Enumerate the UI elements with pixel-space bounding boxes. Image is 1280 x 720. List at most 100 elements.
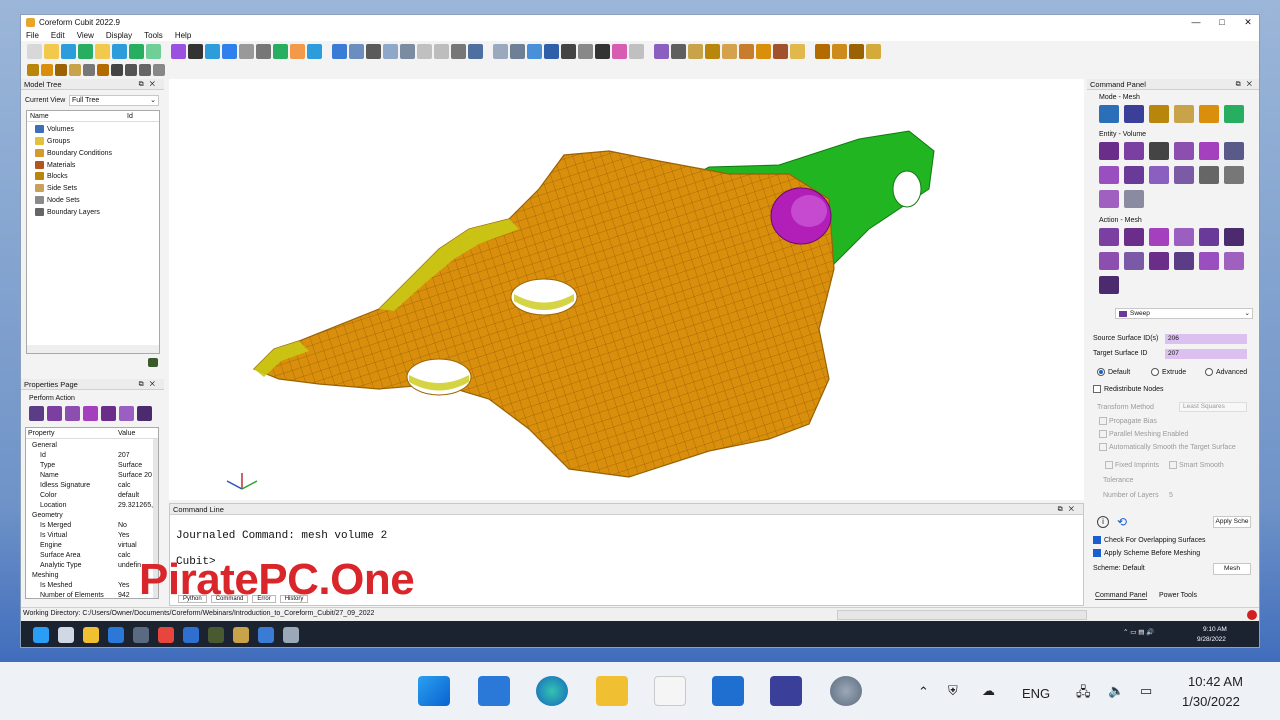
scheme-select[interactable]: Sweep ⌄ [1115,308,1253,319]
toolbar-tool-icon[interactable] [527,43,542,59]
action-tool-icon[interactable] [1199,228,1219,246]
action-icon[interactable] [119,406,134,421]
action-tool-icon[interactable] [1199,252,1219,270]
entity-tool-icon[interactable] [1224,142,1244,160]
action-icon[interactable] [137,406,152,421]
toolbar-tool-icon[interactable] [739,43,754,59]
toolbar-tool-icon[interactable] [722,43,737,59]
target-surface-input[interactable]: 207 [1165,349,1247,359]
tab-power-tools[interactable]: Power Tools [1159,592,1197,599]
menu-display[interactable]: Display [106,31,132,40]
reset-icon[interactable]: ⟲ [1117,515,1127,529]
toolbar-tool-icon[interactable] [112,43,127,59]
action-tool-icon[interactable] [1149,228,1169,246]
toolbar-tool-icon[interactable] [790,43,805,59]
toolbar-tool-icon[interactable] [434,43,449,59]
toolbar-tool-icon[interactable] [78,43,93,59]
mail-icon[interactable] [712,676,744,706]
action-tool-icon[interactable] [1099,252,1119,270]
toolbar-tool-icon[interactable] [705,43,720,59]
entity-tool-icon[interactable] [1224,166,1244,184]
widgets-icon[interactable] [478,676,510,706]
action-icon[interactable] [83,406,98,421]
toolbar-tool-icon[interactable] [239,43,254,59]
apply-scheme-button[interactable]: Apply Sche [1213,516,1251,528]
toolbar-tool-icon[interactable] [222,43,237,59]
menu-help[interactable]: Help [175,31,191,40]
clock-date[interactable]: 1/30/2022 [1182,694,1240,709]
radio-advanced[interactable] [1205,368,1213,376]
toolbar-tool-icon[interactable] [307,43,322,59]
toolbar-tool-icon[interactable] [153,64,165,76]
network-icon[interactable]: 🖧 [1076,683,1091,705]
property-row[interactable]: Engine virtual [26,541,158,551]
entity-tool-icon[interactable] [1199,166,1219,184]
redistribute-checkbox[interactable] [1093,385,1101,393]
inner-taskbar-app-icon[interactable] [258,627,274,643]
panel-float-close-icon[interactable]: ⧉✕ [1058,504,1080,515]
toolbar-tool-icon[interactable] [41,64,53,76]
property-row[interactable]: Id 207 [26,451,158,461]
property-group-row[interactable]: General [26,441,158,451]
property-row[interactable]: Location 29.321265, [26,501,158,511]
toolbar-tool-icon[interactable] [332,43,347,59]
action-icon[interactable] [47,406,62,421]
toolbar-tool-icon[interactable] [561,43,576,59]
toolbar-tool-icon[interactable] [629,43,644,59]
toolbar-tool-icon[interactable] [349,43,364,59]
toolbar-tool-icon[interactable] [83,64,95,76]
menu-view[interactable]: View [77,31,94,40]
entity-tool-icon[interactable] [1124,166,1144,184]
inner-taskbar-app-icon[interactable] [183,627,199,643]
graphics-viewport[interactable] [169,79,1084,500]
toolbar-tool-icon[interactable] [832,43,847,59]
toolbar-tool-icon[interactable] [205,43,220,59]
toolbar-tool-icon[interactable] [417,43,432,59]
entity-tool-icon[interactable] [1124,190,1144,208]
inner-taskbar-app-icon[interactable] [33,627,49,643]
property-row[interactable]: Type Surface [26,461,158,471]
clock-time[interactable]: 10:42 AM [1188,674,1243,689]
media-app-icon[interactable] [770,676,802,706]
toolbar-tool-icon[interactable] [290,43,305,59]
panel-float-close-icon[interactable]: ⧉✕ [139,79,161,90]
action-tool-icon[interactable] [1224,252,1244,270]
tree-item-blocks[interactable]: Blocks [35,172,68,180]
close-button[interactable]: ✕ [1235,15,1259,29]
toolbar-tool-icon[interactable] [171,43,186,59]
inner-taskbar-app-icon[interactable] [58,627,74,643]
action-tool-icon[interactable] [1149,252,1169,270]
toolbar-tool-icon[interactable] [256,43,271,59]
mode-tool-icon[interactable] [1099,105,1119,123]
inner-taskbar-app-icon[interactable] [208,627,224,643]
check-overlap-checkbox[interactable] [1093,536,1101,544]
toolbar-tool-icon[interactable] [95,43,110,59]
toolbar-tool-icon[interactable] [468,43,483,59]
toolbar-tool-icon[interactable] [188,43,203,59]
entity-tool-icon[interactable] [1099,190,1119,208]
error-indicator-icon[interactable] [1247,610,1257,620]
panel-float-close-icon[interactable]: ⧉✕ [139,379,161,390]
toolbar-tool-icon[interactable] [578,43,593,59]
property-row[interactable]: Name Surface 20 [26,471,158,481]
entity-tool-icon[interactable] [1124,142,1144,160]
action-icon[interactable] [101,406,116,421]
mode-tool-icon[interactable] [1224,105,1244,123]
menu-tools[interactable]: Tools [144,31,163,40]
entity-tool-icon[interactable] [1199,142,1219,160]
toolbar-tool-icon[interactable] [815,43,830,59]
tree-item-side-sets[interactable]: Side Sets [35,184,77,192]
toolbar-tool-icon[interactable] [493,43,508,59]
settings-gear-icon[interactable] [830,676,862,706]
entity-tool-icon[interactable] [1149,166,1169,184]
tree-item-volumes[interactable]: Volumes [35,125,74,133]
toolbar-tool-icon[interactable] [55,64,67,76]
toolbar-tool-icon[interactable] [849,43,864,59]
toolbar-tool-icon[interactable] [61,43,76,59]
toolbar-tool-icon[interactable] [383,43,398,59]
toolbar-tool-icon[interactable] [111,64,123,76]
tree-filter-icon[interactable] [148,358,158,367]
entity-tool-icon[interactable] [1099,142,1119,160]
action-icon[interactable] [65,406,80,421]
toolbar-tool-icon[interactable] [612,43,627,59]
